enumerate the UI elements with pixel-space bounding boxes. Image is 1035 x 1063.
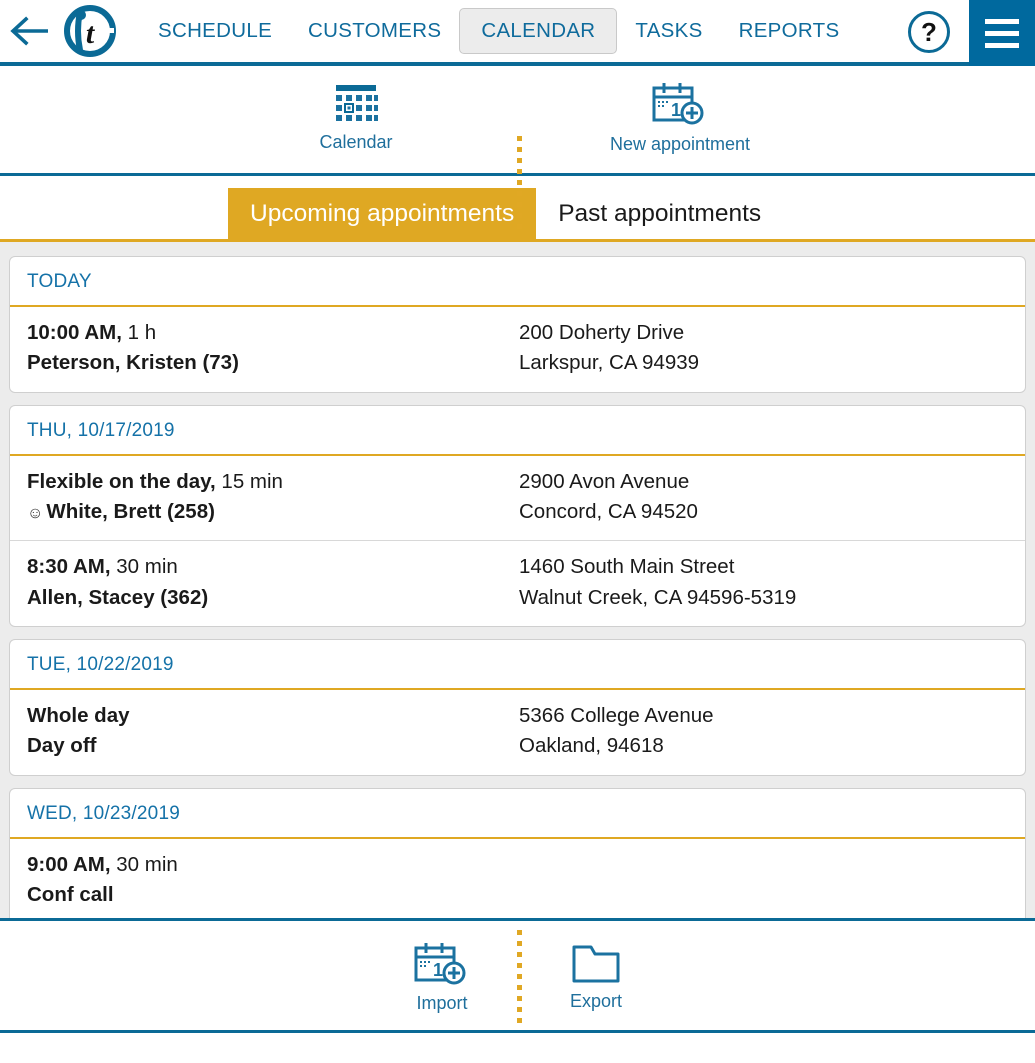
appointment-time: Flexible on the day, [27,469,216,493]
calendar-add-icon: 1 [652,83,704,125]
appointment-group-card: WED, 10/23/2019 9:00 AM, 30 min Conf cal… [9,787,1026,918]
toolbar-button-export[interactable]: Export [552,943,640,1012]
appointment-title-line: Day off [27,731,519,761]
appointment-group-card: THU, 10/17/2019 Flexible on the day, 15 … [9,404,1026,627]
appointment-row[interactable]: Whole day Day off 5366 College Avenue Oa… [10,690,1025,775]
appointment-title-line: Peterson, Kristen (73) [27,348,519,378]
appointment-title: Allen, Stacey (362) [27,585,209,609]
svg-text:1: 1 [671,100,681,120]
toolbar-dotted-divider [517,136,522,232]
nav-item-reports[interactable]: REPORTS [721,8,858,54]
appointment-duration: 30 min [110,852,178,876]
appointment-details: 10:00 AM, 1 h Peterson, Kristen (73) [27,318,519,379]
appointment-group-card: TUE, 10/22/2019 Whole day Day off 5366 C… [9,638,1026,776]
address-line-1: 200 Doherty Drive [519,321,685,344]
appointment-address [519,850,1008,911]
appointment-time: 9:00 AM, [27,852,111,876]
secondary-toolbar: Calendar 1 New appointment [0,66,1035,232]
group-date-header: TUE, 10/22/2019 [10,640,1025,690]
address-line-2: Concord, CA 94520 [519,499,698,523]
appointment-title-line: Allen, Stacey (362) [27,583,519,613]
back-button[interactable] [0,0,60,64]
svg-text:1: 1 [433,960,443,980]
appointment-details: Flexible on the day, 15 min ☺ White, Bret… [27,467,519,528]
nav-item-tasks[interactable]: TASKS [617,8,720,54]
address-line-1: 5366 College Avenue [519,703,714,727]
appointment-row[interactable]: Flexible on the day, 15 min ☺ White, Bret… [10,456,1025,541]
calendar-grid-icon [336,85,378,121]
footer-strip [0,1033,1035,1040]
appointment-title: Peterson, Kristen (73) [27,351,239,375]
address-line-2: Larkspur, CA 94939 [519,351,700,375]
appointment-title: Day off [27,734,97,758]
nav-item-calendar[interactable]: CALENDAR [459,8,618,54]
appointment-address: 1460 South Main Street Walnut Creek, CA … [519,552,1008,613]
toolbar-label-calendar: Calendar [319,132,393,152]
appointment-duration: 1 h [121,321,157,344]
help-button[interactable]: ? [908,11,950,53]
hamburger-icon-bar [985,30,1019,36]
toolbar-label-import: Import [416,993,468,1013]
hamburger-menu-button[interactable] [969,0,1035,66]
folder-icon [572,945,620,983]
appointment-details: Whole day Day off [27,701,519,762]
toolbar-button-import[interactable]: 1 Import [396,941,488,1014]
nav-item-customers[interactable]: CUSTOMERS [290,8,459,54]
hamburger-icon-bar [985,18,1019,24]
address-line-2: Oakland, 94618 [519,734,664,758]
top-navigation-bar: t SCHEDULE CUSTOMERS CALENDAR TASKS REPO… [0,0,1035,66]
appointment-time: Whole day [27,703,130,727]
toolbar-label-export: Export [569,991,623,1011]
appointment-address: 2900 Avon Avenue Concord, CA 94520 [519,467,1008,528]
appointment-time-line: 8:30 AM, 30 min [27,552,519,582]
toolbar-button-calendar[interactable]: Calendar [256,83,456,153]
appointment-duration: 15 min [215,469,283,493]
question-mark-icon: ? [921,17,937,47]
address-line-2: Walnut Creek, CA 94596-5319 [519,585,797,609]
appointment-duration: 30 min [110,555,178,579]
appointment-time: 10:00 AM, [27,321,122,344]
appointment-time-line: Whole day [27,701,519,731]
calendar-add-icon: 1 [414,943,466,985]
group-date-header: TODAY [10,257,1025,307]
bottom-dotted-divider [517,930,522,1026]
appointment-title-line: Conf call [27,880,519,910]
address-line-1: 2900 Avon Avenue [519,469,690,493]
bottom-toolbar: 1 Import Export [0,918,1035,1033]
appointment-title: White, Brett (258) [46,499,215,523]
group-date-header: WED, 10/23/2019 [10,789,1025,839]
appointment-time-line: 10:00 AM, 1 h [27,318,519,348]
tab-past-appointments[interactable]: Past appointments [536,188,783,240]
brand-logo-icon: t [64,5,116,57]
back-arrow-icon [10,16,48,46]
toolbar-label-new-appointment: New appointment [609,134,751,154]
nav-item-schedule[interactable]: SCHEDULE [140,8,290,54]
hamburger-icon-bar [985,42,1019,48]
appointment-details: 8:30 AM, 30 min Allen, Stacey (362) [27,552,519,613]
main-nav-links: SCHEDULE CUSTOMERS CALENDAR TASKS REPORT… [140,8,857,54]
appointment-title: Conf call [27,882,114,906]
appointment-time: 8:30 AM, [27,555,111,579]
appointment-details: 9:00 AM, 30 min Conf call [27,850,519,911]
appointment-address: 5366 College Avenue Oakland, 94618 [519,701,1008,762]
group-date-header: THU, 10/17/2019 [10,406,1025,456]
appointment-title-line: ☺ White, Brett (258) [27,497,519,527]
appointment-time-line: 9:00 AM, 30 min [27,850,519,880]
toolbar-button-new-appointment[interactable]: 1 New appointment [580,81,780,155]
appointment-row[interactable]: 8:30 AM, 30 min Allen, Stacey (362) 1460… [10,540,1025,626]
smiley-face-icon: ☺ [27,504,44,522]
tab-upcoming-appointments[interactable]: Upcoming appointments [228,187,537,239]
appointment-group-card: TODAY 10:00 AM, 1 h Peterson, Kristen (7… [9,256,1026,393]
appointment-row[interactable]: 9:00 AM, 30 min Conf call [10,839,1025,918]
app-logo[interactable]: t [62,3,118,59]
appointment-address: 200 Doherty Drive Larkspur, CA 94939 [519,318,1008,379]
appointment-row[interactable]: 10:00 AM, 1 h Peterson, Kristen (73) 200… [10,307,1025,392]
appointment-time-line: Flexible on the day, 15 min [27,467,519,497]
address-line-1: 1460 South Main Street [519,555,735,579]
appointments-list: TODAY 10:00 AM, 1 h Peterson, Kristen (7… [0,242,1035,918]
